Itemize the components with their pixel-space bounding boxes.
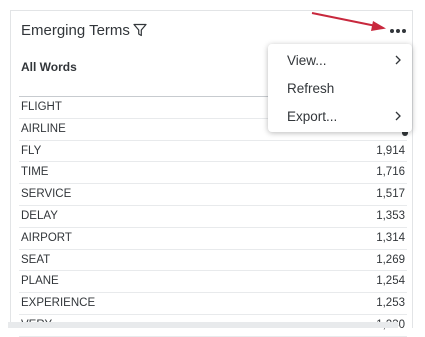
term-word: SERVICE [21, 188, 72, 201]
menu-item-refresh[interactable]: Refresh [268, 74, 412, 102]
more-options-menu: View... Refresh Export... [268, 44, 412, 132]
table-row[interactable]: EXPERIENCE 1,253 [19, 293, 407, 315]
table-row[interactable]: SERVICE 1,517 [19, 184, 407, 206]
more-options-button[interactable] [387, 23, 409, 39]
terms-table-body: FLIGHT AIRLINE FLY 1,914 TIME 1,716 SERVIC… [19, 97, 407, 337]
term-word: AIRLINE [21, 122, 66, 135]
menu-item-label: Export... [287, 109, 338, 124]
chevron-right-icon [395, 55, 401, 65]
table-row[interactable]: AIRPORT 1,314 [19, 228, 407, 250]
term-count: 1,314 [376, 231, 405, 244]
term-word: AIRPORT [21, 231, 72, 244]
chevron-right-icon [395, 111, 401, 121]
more-options-icon-dot [390, 29, 394, 33]
term-count: 1,353 [376, 209, 405, 222]
more-options-icon-dot [396, 29, 400, 33]
horizontal-scrollbar[interactable] [8, 322, 398, 328]
filter-icon[interactable] [133, 23, 147, 37]
term-word: FLIGHT [21, 101, 62, 113]
column-header-all-words[interactable]: All Words [21, 60, 77, 74]
table-row[interactable]: SEAT 1,269 [19, 250, 407, 272]
term-count: 1,269 [376, 253, 405, 266]
term-count: 1,254 [376, 275, 405, 288]
menu-item-label: Refresh [287, 81, 335, 96]
term-word: DELAY [21, 209, 58, 222]
table-row[interactable]: TIME 1,716 [19, 162, 407, 185]
term-word: FLY [21, 144, 42, 157]
table-row[interactable]: PLANE 1,254 [19, 271, 407, 294]
annotation-arrow-icon [311, 12, 386, 31]
menu-item-export[interactable]: Export... [268, 102, 412, 130]
term-word: TIME [21, 166, 49, 179]
panel-title: Emerging Terms [21, 22, 130, 39]
term-word: PLANE [21, 275, 59, 288]
table-row[interactable]: DELAY 1,353 [19, 206, 407, 228]
menu-item-view[interactable]: View... [268, 46, 412, 74]
table-row[interactable]: FLY 1,914 [19, 141, 407, 163]
term-count: 1,716 [376, 166, 405, 179]
term-count: 1,914 [376, 144, 405, 157]
term-word: EXPERIENCE [21, 297, 96, 310]
term-count: 1,517 [376, 188, 405, 201]
term-count: 1,253 [376, 297, 405, 310]
menu-item-label: View... [287, 53, 327, 68]
term-word: SEAT [21, 253, 51, 266]
more-options-icon-dot [402, 29, 406, 33]
